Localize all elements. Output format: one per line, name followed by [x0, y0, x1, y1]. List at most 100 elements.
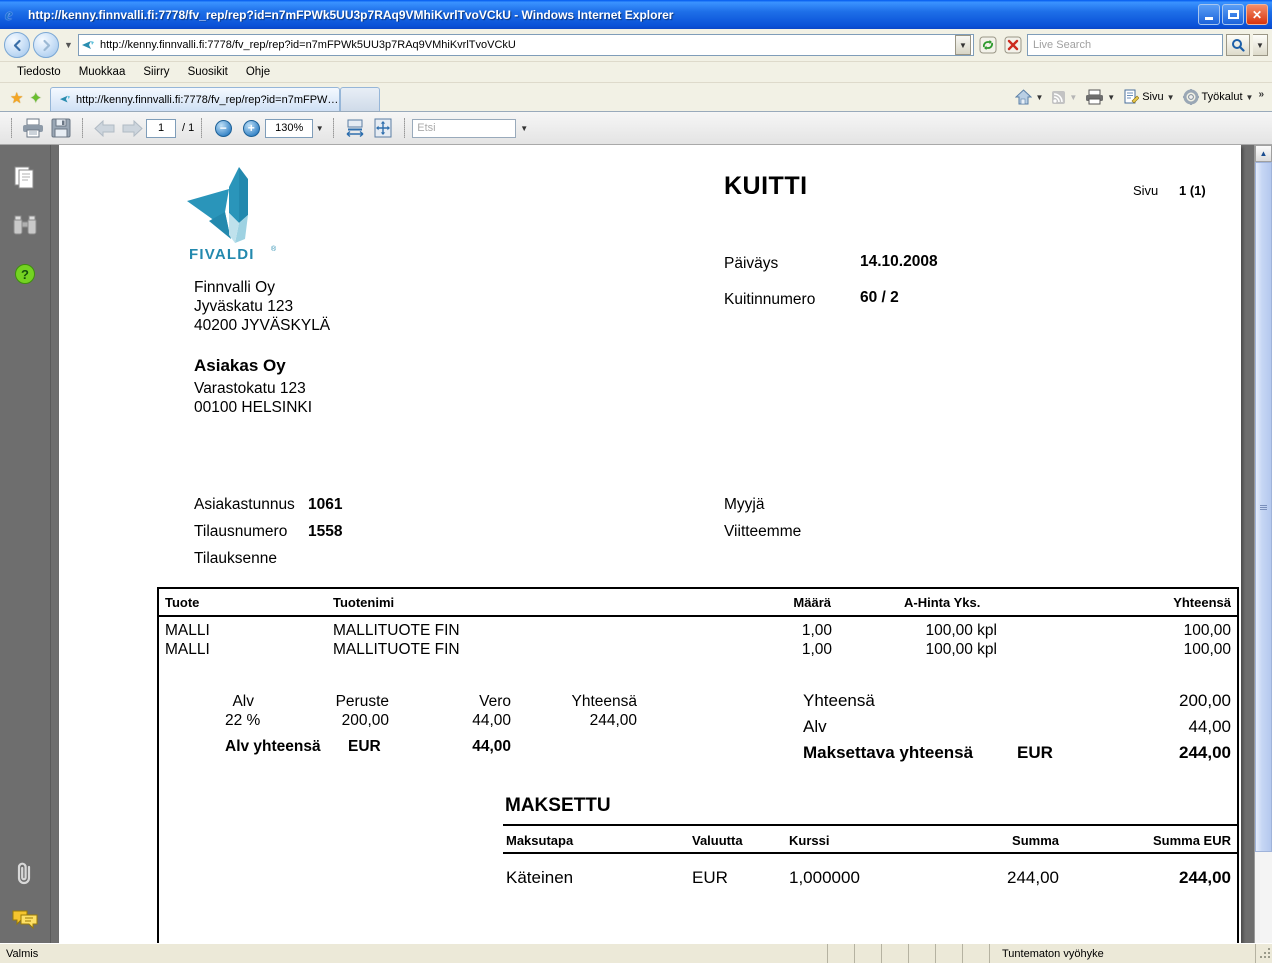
address-dropdown-button[interactable]: ▼: [955, 35, 971, 55]
scroll-thumb[interactable]: [1255, 162, 1272, 852]
page-menu-label: Sivu: [1142, 91, 1164, 103]
home-caret-icon[interactable]: ▼: [1035, 93, 1043, 102]
pdf-fit-width-button[interactable]: [341, 115, 369, 141]
maximize-button[interactable]: [1222, 4, 1244, 25]
menu-item-siirry[interactable]: Siirry: [134, 64, 178, 80]
close-button[interactable]: ✕: [1246, 4, 1268, 25]
tab-active[interactable]: http://kenny.finnvalli.fi:7778/fv_rep/re…: [50, 87, 341, 111]
items-header-tuote: Tuote: [165, 595, 200, 610]
help-icon[interactable]: ?: [10, 259, 40, 289]
pdf-toolbar: 1 / 1 − + 130% ▼ Etsi ▼: [0, 112, 1272, 145]
menu-item-tiedosto[interactable]: Tiedosto: [8, 64, 70, 80]
add-favorite-icon[interactable]: ✦: [29, 91, 42, 106]
resize-grip-icon[interactable]: [1256, 947, 1272, 960]
pdf-zoom-value[interactable]: 130%: [265, 118, 314, 138]
meta-value-paivays: 14.10.2008: [860, 253, 938, 270]
pdf-side-panel-bottom: [0, 861, 50, 935]
pdf-save-button[interactable]: [47, 115, 75, 141]
new-tab-button[interactable]: [340, 87, 381, 111]
feeds-caret-icon: ▼: [1069, 92, 1078, 102]
pdf-fit-page-button[interactable]: [369, 115, 397, 141]
toolbar-handle-2: [82, 118, 83, 138]
ref-label-tilausnumero: Tilausnumero: [194, 523, 288, 540]
search-go-button[interactable]: [1226, 34, 1250, 56]
pdf-print-button[interactable]: [19, 115, 47, 141]
print-caret-icon[interactable]: ▼: [1107, 93, 1115, 102]
ie-window: e http://kenny.finnvalli.fi:7778/fv_rep/…: [0, 0, 1272, 963]
page-value: 1 (1): [1179, 183, 1206, 198]
scroll-up-button[interactable]: ▲: [1255, 145, 1272, 162]
items-header-yhteensa: Yhteensä: [1173, 595, 1231, 610]
feeds-button[interactable]: ▼: [1048, 88, 1080, 107]
refresh-button[interactable]: [977, 34, 999, 56]
pdf-zoom-out-button[interactable]: −: [209, 115, 237, 141]
item-row-1-total: 100,00: [1183, 641, 1231, 658]
pages-icon[interactable]: [10, 163, 40, 193]
window-controls: ✕: [1198, 4, 1268, 25]
attachments-icon[interactable]: [14, 861, 36, 892]
home-button[interactable]: ▼: [1012, 87, 1046, 107]
company-city: 40200 JYVÄSKYLÄ: [194, 317, 331, 334]
paid-header-summa: Summa: [1012, 833, 1059, 848]
paid-row-0-amount: 244,00: [1007, 868, 1059, 887]
menu-item-suosikit[interactable]: Suosikit: [179, 64, 237, 80]
stop-button[interactable]: [1002, 34, 1024, 56]
minimize-button[interactable]: [1198, 4, 1220, 25]
pdf-prev-page-button[interactable]: [90, 115, 118, 141]
search-provider-dropdown[interactable]: ▼: [1253, 34, 1268, 56]
company-name: Finnvalli Oy: [194, 279, 275, 296]
recent-pages-dropdown[interactable]: ▼: [62, 40, 75, 50]
paid-header-maksutapa: Maksutapa: [506, 833, 574, 848]
pdf-page-total-label: / 1: [182, 122, 195, 134]
pdf-zoom-dropdown-icon[interactable]: ▼: [313, 124, 326, 133]
vat-total-label: Alv yhteensä: [225, 738, 321, 755]
pdf-next-page-button[interactable]: [118, 115, 146, 141]
item-row-0-price: 100,00 kpl: [925, 622, 997, 639]
command-overflow-icon[interactable]: »: [1258, 87, 1264, 100]
print-button[interactable]: ▼: [1082, 87, 1118, 107]
address-input[interactable]: http://kenny.finnvalli.fi:7778/fv_rep/re…: [78, 34, 974, 56]
page-caret-icon[interactable]: ▼: [1167, 93, 1175, 102]
pdf-find-dropdown-icon[interactable]: ▼: [516, 124, 532, 133]
page-menu-button[interactable]: Sivu ▼: [1120, 87, 1177, 107]
pdf-viewer: ? FIVALDI ® Finnvalli Oy Jyväskatu 123 4…: [0, 145, 1272, 943]
search-binoculars-icon[interactable]: [10, 211, 40, 241]
paid-row-0-amount-eur: 244,00: [1179, 868, 1231, 887]
tools-caret-icon[interactable]: ▼: [1246, 93, 1254, 102]
items-header-ahinta: A-Hinta Yks.: [904, 595, 981, 610]
pdf-zoom-in-button[interactable]: +: [237, 115, 265, 141]
status-bar: Valmis Tuntematon vyöhyke: [0, 943, 1272, 963]
scroll-track[interactable]: [1255, 162, 1272, 943]
items-header-tuotenimi: Tuotenimi: [333, 595, 395, 610]
customer-city: 00100 HELSINKI: [194, 399, 313, 416]
vat-total-currency: EUR: [348, 738, 381, 755]
item-row-0-name: MALLITUOTE FIN: [333, 622, 460, 639]
tools-menu-button[interactable]: Työkalut ▼: [1180, 87, 1257, 107]
paid-header-summa-eur: Summa EUR: [1152, 833, 1231, 848]
company-street: Jyväskatu 123: [194, 298, 294, 315]
item-row-1-name: MALLITUOTE FIN: [333, 641, 460, 658]
status-pane-6: [963, 944, 990, 963]
pdf-find-input[interactable]: Etsi: [412, 118, 517, 138]
status-pane-5: [936, 944, 963, 963]
search-input[interactable]: Live Search: [1027, 34, 1223, 56]
pdf-page-number-input[interactable]: 1: [146, 118, 176, 138]
items-header-maara: Määrä: [793, 595, 831, 610]
status-pane-1: [828, 944, 855, 963]
item-row-0-code: MALLI: [165, 622, 210, 639]
vertical-scrollbar[interactable]: ▲: [1254, 145, 1272, 943]
comments-icon[interactable]: [12, 908, 38, 935]
items-table-left-rule-2: [157, 615, 159, 943]
menu-item-ohje[interactable]: Ohje: [237, 64, 279, 80]
menu-item-muokkaa[interactable]: Muokkaa: [70, 64, 135, 80]
tools-menu-label: Työkalut: [1201, 91, 1243, 103]
total-value-alv: 44,00: [1188, 717, 1231, 736]
scroll-thumb-grip-icon: [1260, 504, 1267, 511]
back-button[interactable]: [4, 32, 30, 58]
tab-bar: ★ ✦ http://kenny.finnvalli.fi:7778/fv_re…: [0, 83, 1272, 112]
security-zone-label: Tuntematon vyöhyke: [990, 944, 1256, 963]
receipt-page: FIVALDI ® Finnvalli Oy Jyväskatu 123 402…: [59, 145, 1241, 943]
favorites-center-icon[interactable]: ★: [10, 91, 23, 106]
forward-button[interactable]: [33, 32, 59, 58]
paid-row-0-rate: 1,000000: [789, 868, 860, 887]
